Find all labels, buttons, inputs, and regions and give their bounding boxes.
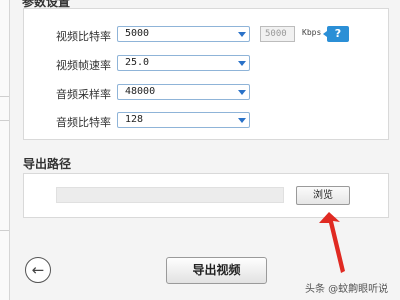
red-arrow-annotation [319,212,345,273]
red-arrow-icon [319,212,345,273]
back-button[interactable]: ← [25,257,51,283]
watermark-text: 头条 @蚊齁眼听说 [305,284,389,295]
export-video-button[interactable]: 导出视频 [166,257,267,284]
